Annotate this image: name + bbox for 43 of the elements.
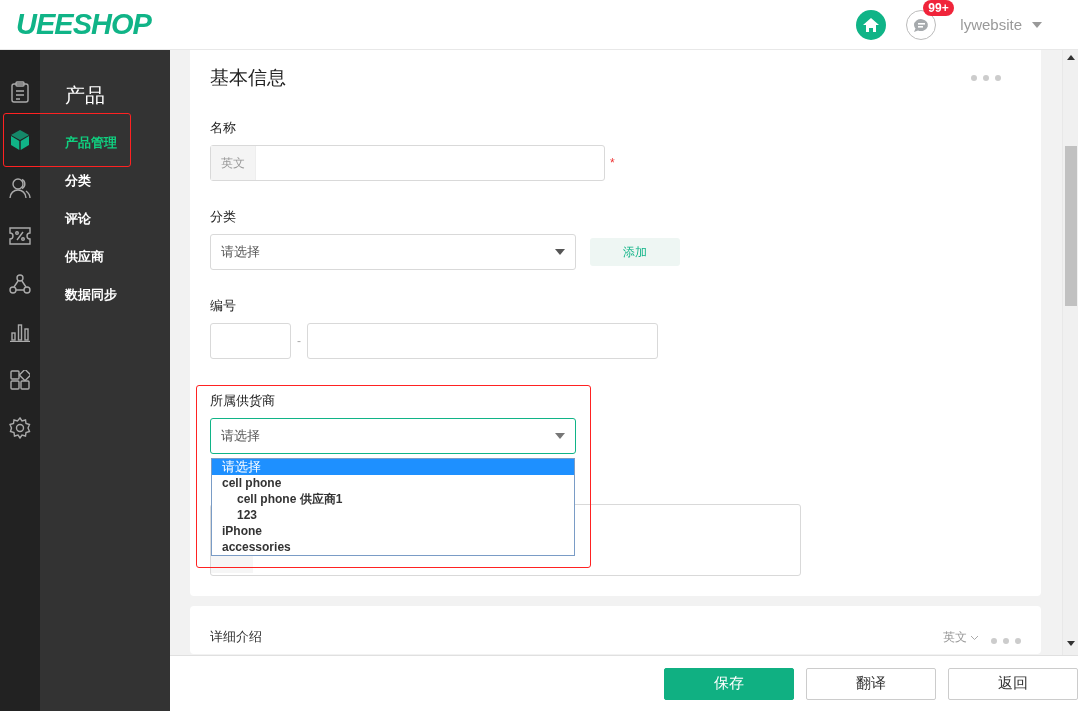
submenu-item[interactable]: 评论: [65, 209, 170, 247]
supplier-select[interactable]: 请选择: [210, 418, 576, 454]
dropdown-option[interactable]: accessories: [212, 539, 574, 555]
caret-icon: [555, 249, 565, 255]
bar-chart-icon[interactable]: [10, 322, 30, 342]
users-icon[interactable]: [9, 177, 31, 199]
caret-icon[interactable]: [1032, 21, 1042, 28]
card-title: 详细介绍: [210, 628, 263, 646]
dropdown-option[interactable]: cell phone 供应商1: [212, 491, 574, 507]
dropdown-option[interactable]: iPhone: [212, 523, 574, 539]
field-label: 名称: [210, 119, 237, 137]
card-title: 基本信息: [210, 66, 286, 90]
clipboard-icon[interactable]: [10, 81, 30, 103]
required-mark: *: [610, 156, 615, 170]
category-select[interactable]: 请选择: [210, 234, 576, 270]
home-icon[interactable]: [856, 9, 887, 40]
settings-icon[interactable]: [9, 417, 31, 439]
notification-badge: 99+: [923, 0, 954, 16]
field-label: 编号: [210, 297, 237, 315]
caret-icon: [555, 433, 565, 439]
cube-icon[interactable]: [10, 129, 30, 151]
submenu-item[interactable]: 分类: [65, 171, 170, 209]
action-button[interactable]: 返回: [948, 667, 1078, 700]
logo: UEESHOP: [16, 8, 151, 41]
section-title: 产品: [65, 83, 106, 108]
submenu-item[interactable]: 产品管理: [65, 133, 170, 171]
scrollbar-thumb[interactable]: [1064, 146, 1077, 306]
dropdown-option[interactable]: cell phone: [212, 475, 574, 491]
number-prefix-field[interactable]: [210, 323, 291, 359]
scroll-down-icon[interactable]: [1066, 641, 1075, 646]
dropdown-option[interactable]: 123: [212, 507, 574, 523]
submenu-item[interactable]: 供应商: [65, 247, 170, 285]
number-field[interactable]: [307, 323, 658, 359]
field-label: 所属供货商: [210, 392, 276, 410]
coupon-icon[interactable]: [9, 227, 31, 245]
separator: -: [297, 334, 301, 348]
scroll-up-icon[interactable]: [1066, 55, 1075, 60]
field-label: 分类: [210, 208, 237, 226]
apps-icon[interactable]: [10, 370, 30, 390]
action-button[interactable]: 翻译: [806, 667, 936, 700]
network-icon[interactable]: [9, 273, 31, 295]
language-prefix: 英文: [211, 146, 256, 180]
submenu-item[interactable]: 数据同步: [65, 285, 170, 323]
